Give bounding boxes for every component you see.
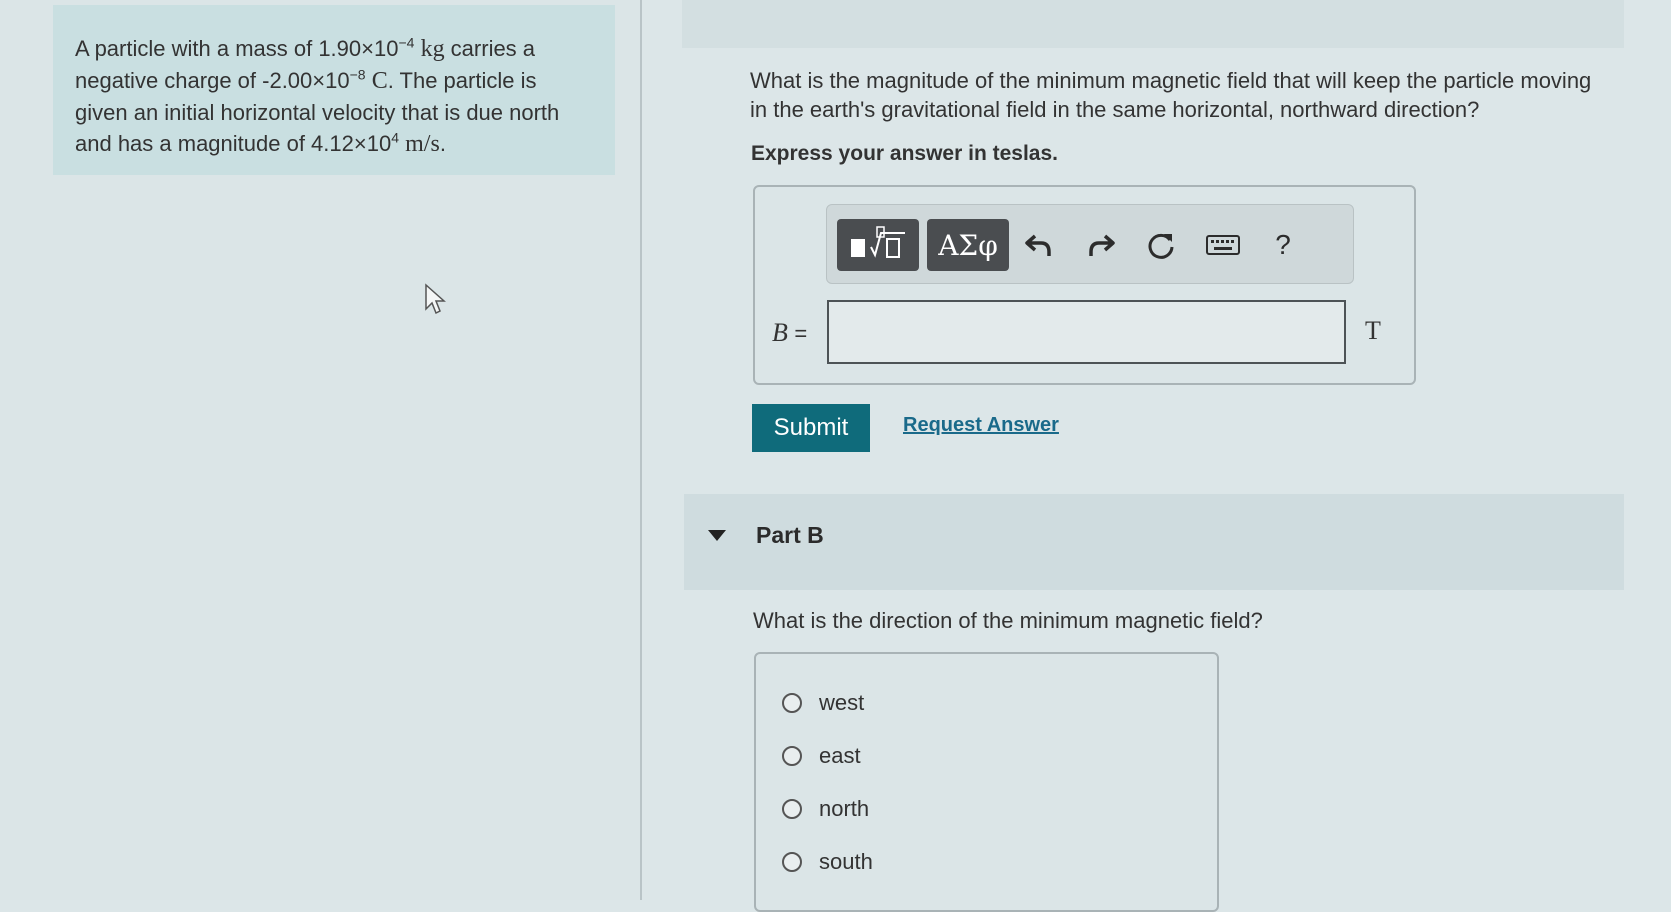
radio-button[interactable] — [782, 799, 802, 819]
answer-unit: T — [1365, 316, 1381, 345]
problem-text-4: . — [439, 131, 446, 156]
mouse-cursor-icon — [425, 283, 446, 315]
variable-name: B — [772, 318, 788, 347]
charge-unit: C — [371, 68, 388, 94]
help-button[interactable]: ? — [1263, 227, 1303, 263]
pane-divider — [640, 0, 642, 900]
charge-exponent: −8 — [349, 66, 366, 83]
radio-button[interactable] — [782, 852, 802, 872]
templates-icon — [851, 226, 905, 258]
part-b-question: What is the direction of the minimum mag… — [753, 608, 1263, 633]
keyboard-icon — [1206, 235, 1240, 255]
part-a-header — [682, 0, 1624, 48]
part-a-question: What is the magnitude of the minimum mag… — [750, 68, 1592, 122]
math-toolbar: ΑΣφ ? — [826, 204, 1354, 284]
radio-button[interactable] — [782, 693, 802, 713]
option-south[interactable]: south — [782, 847, 873, 877]
option-west[interactable]: west — [782, 688, 864, 718]
part-b-title: Part B — [756, 522, 824, 548]
option-label: east — [819, 743, 861, 768]
templates-button[interactable] — [837, 219, 919, 271]
left-pane: A particle with a mass of 1.90×10−4 kg c… — [0, 0, 640, 900]
part-a-instruction: Express your answer in teslas. — [751, 142, 1058, 165]
option-label: south — [819, 849, 873, 874]
velocity-unit: m/s — [405, 131, 440, 157]
redo-button[interactable] — [1081, 227, 1121, 263]
reset-icon — [1148, 233, 1174, 259]
problem-statement: A particle with a mass of 1.90×10−4 kg c… — [53, 5, 615, 175]
request-answer-link[interactable]: Request Answer — [903, 414, 1059, 437]
keyboard-button[interactable] — [1203, 227, 1243, 263]
part-b-header[interactable] — [684, 494, 1624, 590]
option-label: north — [819, 796, 870, 821]
option-north[interactable]: north — [782, 794, 869, 824]
reset-button[interactable] — [1141, 227, 1181, 263]
undo-icon — [1025, 234, 1051, 256]
radio-button[interactable] — [782, 746, 802, 766]
redo-icon — [1089, 234, 1115, 256]
option-east[interactable]: east — [782, 741, 861, 771]
collapse-triangle-icon[interactable] — [708, 530, 726, 541]
mass-exponent: −4 — [398, 34, 415, 51]
equals-sign: = — [794, 321, 808, 346]
symbols-button[interactable]: ΑΣφ — [927, 219, 1009, 271]
undo-button[interactable] — [1019, 227, 1059, 263]
option-label: west — [819, 690, 865, 715]
mass-unit: kg — [420, 36, 445, 62]
answer-variable-label: B = — [772, 318, 807, 348]
problem-text-1: A particle with a mass of 1.90×10 — [75, 36, 399, 61]
answer-input[interactable] — [827, 300, 1346, 364]
submit-button[interactable]: Submit — [752, 404, 870, 452]
velocity-exponent: 4 — [391, 129, 399, 146]
